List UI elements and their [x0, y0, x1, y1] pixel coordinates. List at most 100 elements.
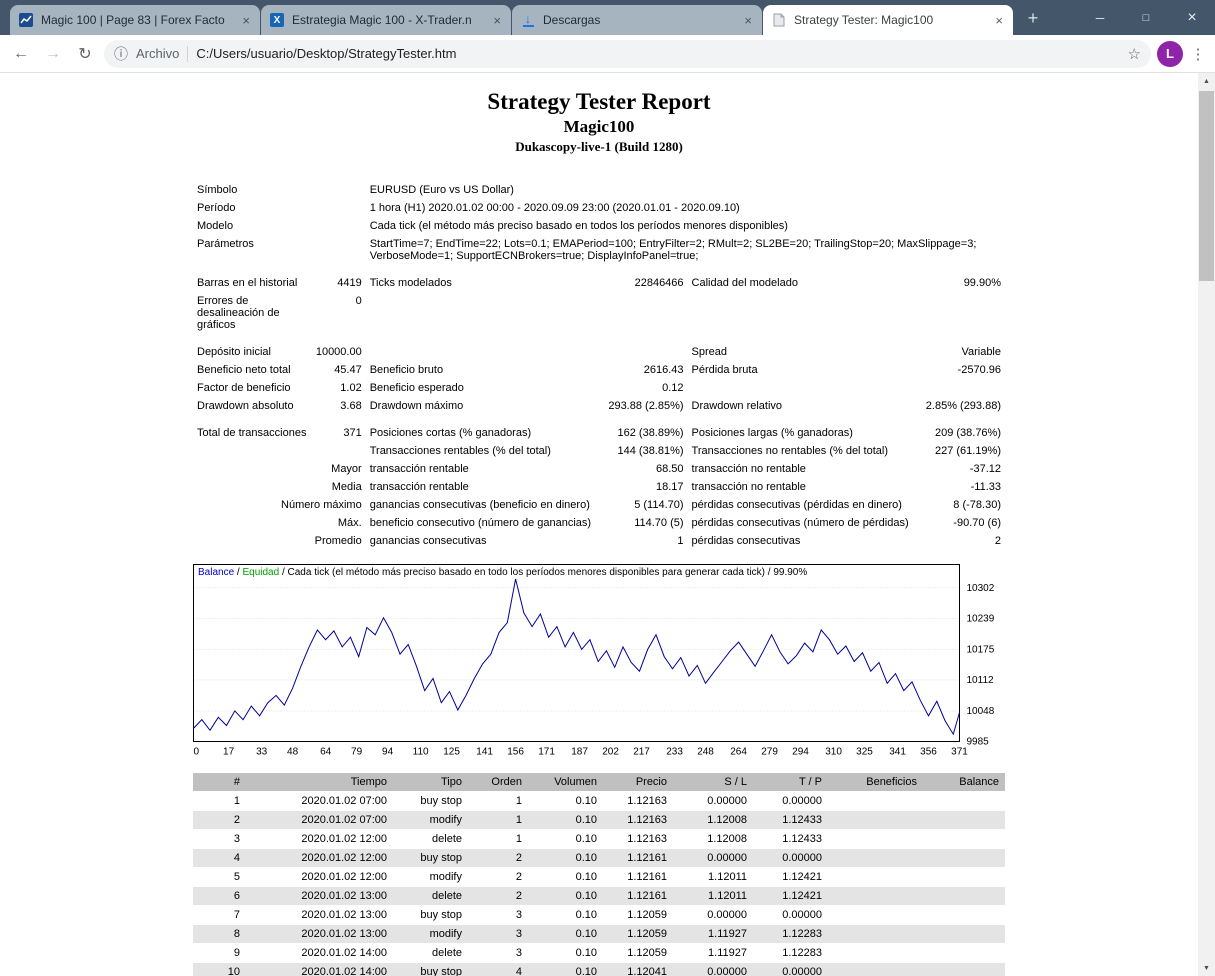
tab-close-icon[interactable]: × [993, 13, 1005, 28]
back-button[interactable]: ← [8, 41, 34, 67]
trades-cell: 1.12059 [603, 944, 673, 962]
trades-cell: 2 [193, 811, 246, 829]
summary-cell: 1 [602, 532, 688, 550]
trades-cell: 4 [193, 849, 246, 867]
summary-cell: ganancias consecutivas (beneficio en din… [366, 496, 602, 514]
trades-cell [923, 868, 1005, 886]
table-row: 62020.01.02 13:00delete20.101.121611.120… [193, 887, 1005, 905]
tab-close-icon[interactable]: × [240, 13, 252, 28]
minimize-button[interactable]: ─ [1077, 0, 1123, 35]
omnibox-divider [187, 46, 188, 62]
tab-title: Strategy Tester: Magic100 [794, 13, 986, 27]
browser-tab[interactable]: Strategy Tester: Magic100 × [763, 5, 1013, 35]
summary-cell: Número máximo [193, 496, 366, 514]
trades-cell: delete [393, 830, 468, 848]
trades-cell [828, 868, 923, 886]
trades-cell: 0.00000 [673, 963, 753, 976]
summary-cell: 2.85% (293.88) [919, 397, 1005, 415]
summary-cell: Período [193, 199, 312, 217]
summary-cell: Factor de beneficio [193, 379, 312, 397]
trades-cell: 2020.01.02 07:00 [246, 811, 393, 829]
forward-button[interactable]: → [40, 41, 66, 67]
summary-cell: pérdidas consecutivas (número de pérdida… [688, 514, 920, 532]
trades-cell: 2020.01.02 12:00 [246, 830, 393, 848]
trades-cell: 1.12008 [673, 811, 753, 829]
trades-cell: 1.12283 [753, 944, 828, 962]
trades-cell: 1.12283 [753, 925, 828, 943]
trades-header-cell: Tipo [393, 773, 468, 791]
balance-chart: 9985100481011210175102391030201733486479… [193, 564, 1005, 760]
summary-cell: 18.17 [602, 478, 688, 496]
svg-text:9985: 9985 [967, 737, 990, 748]
summary-cell: Errores de desalineación de gráficos [193, 292, 312, 334]
close-button[interactable]: × [1169, 0, 1215, 35]
trades-cell: 1 [468, 830, 528, 848]
bookmark-star-icon[interactable]: ☆ [1128, 45, 1141, 63]
reload-button[interactable]: ↻ [72, 41, 98, 67]
browser-tab[interactable]: XEstrategia Magic 100 - X-Trader.n× [261, 5, 511, 35]
trades-cell: delete [393, 887, 468, 905]
trades-cell: 1.12011 [673, 887, 753, 905]
summary-cell: -37.12 [919, 460, 1005, 478]
svg-text:217: 217 [633, 747, 650, 758]
trades-cell [828, 944, 923, 962]
url-text[interactable]: C:/Users/usuario/Desktop/StrategyTester.… [196, 46, 1119, 61]
scrollbar-thumb[interactable] [1199, 91, 1214, 281]
trades-cell: 1 [193, 792, 246, 810]
trades-header-cell: Beneficios [828, 773, 923, 791]
summary-cell: 10000.00 [312, 343, 366, 361]
trades-header-cell: T / P [753, 773, 828, 791]
trades-cell: 2020.01.02 12:00 [246, 849, 393, 867]
trades-cell: 0.10 [528, 963, 603, 976]
summary-cell: Variable [919, 343, 1005, 361]
tab-close-icon[interactable]: × [491, 13, 503, 28]
trades-header-cell: Orden [468, 773, 528, 791]
trades-cell: 0.10 [528, 830, 603, 848]
summary-cell: Beneficio esperado [366, 379, 602, 397]
summary-spacer [193, 415, 1005, 424]
scroll-up-icon[interactable]: ▲ [1198, 73, 1215, 90]
browser-tab[interactable]: Magic 100 | Page 83 | Forex Facto× [10, 5, 260, 35]
trades-header-cell: Balance [923, 773, 1005, 791]
summary-cell: Parámetros [193, 235, 312, 265]
svg-text:341: 341 [889, 747, 906, 758]
summary-cell: 1 hora (H1) 2020.01.02 00:00 - 2020.09.0… [366, 199, 1005, 217]
page-icon [771, 12, 787, 28]
forex-factory-icon [18, 12, 34, 28]
summary-cell: Posiciones cortas (% ganadoras) [366, 424, 602, 442]
trades-cell [828, 792, 923, 810]
trades-cell: 0.00000 [753, 849, 828, 867]
svg-text:248: 248 [697, 747, 714, 758]
svg-text:371: 371 [951, 747, 968, 758]
summary-cell: -90.70 (6) [919, 514, 1005, 532]
trades-cell: 1.12011 [673, 868, 753, 886]
menu-icon[interactable]: ⋮ [1189, 45, 1207, 63]
scroll-down-icon[interactable]: ▼ [1198, 960, 1215, 976]
trades-header-cell: # [193, 773, 246, 791]
summary-cell: 162 (38.89%) [602, 424, 688, 442]
summary-cell: -2570.96 [919, 361, 1005, 379]
summary-cell: 114.70 (5) [602, 514, 688, 532]
svg-text:0: 0 [194, 747, 200, 758]
svg-text:325: 325 [856, 747, 873, 758]
trades-cell: 1.12163 [603, 811, 673, 829]
summary-cell: pérdidas consecutivas [688, 532, 920, 550]
scrollbar[interactable]: ▲ ▼ [1198, 73, 1215, 976]
summary-cell [366, 292, 1005, 334]
svg-text:17: 17 [223, 747, 235, 758]
omnibox[interactable]: ⓘ Archivo C:/Users/usuario/Desktop/Strat… [104, 40, 1151, 68]
trades-cell: 1.12421 [753, 887, 828, 905]
svg-text:141: 141 [476, 747, 493, 758]
info-icon[interactable]: ⓘ [114, 44, 128, 64]
summary-cell: 2616.43 [602, 361, 688, 379]
tab-close-icon[interactable]: × [742, 13, 754, 28]
trades-cell: 1.12163 [603, 830, 673, 848]
browser-tab[interactable]: ↓Descargas× [512, 5, 762, 35]
new-tab-button[interactable]: + [1019, 4, 1047, 32]
maximize-button[interactable]: □ [1123, 0, 1169, 35]
trades-cell: buy stop [393, 792, 468, 810]
trades-cell: 1.12433 [753, 830, 828, 848]
summary-cell: Drawdown relativo [688, 397, 920, 415]
trades-cell: 10 [193, 963, 246, 976]
profile-avatar[interactable]: L [1157, 41, 1183, 67]
